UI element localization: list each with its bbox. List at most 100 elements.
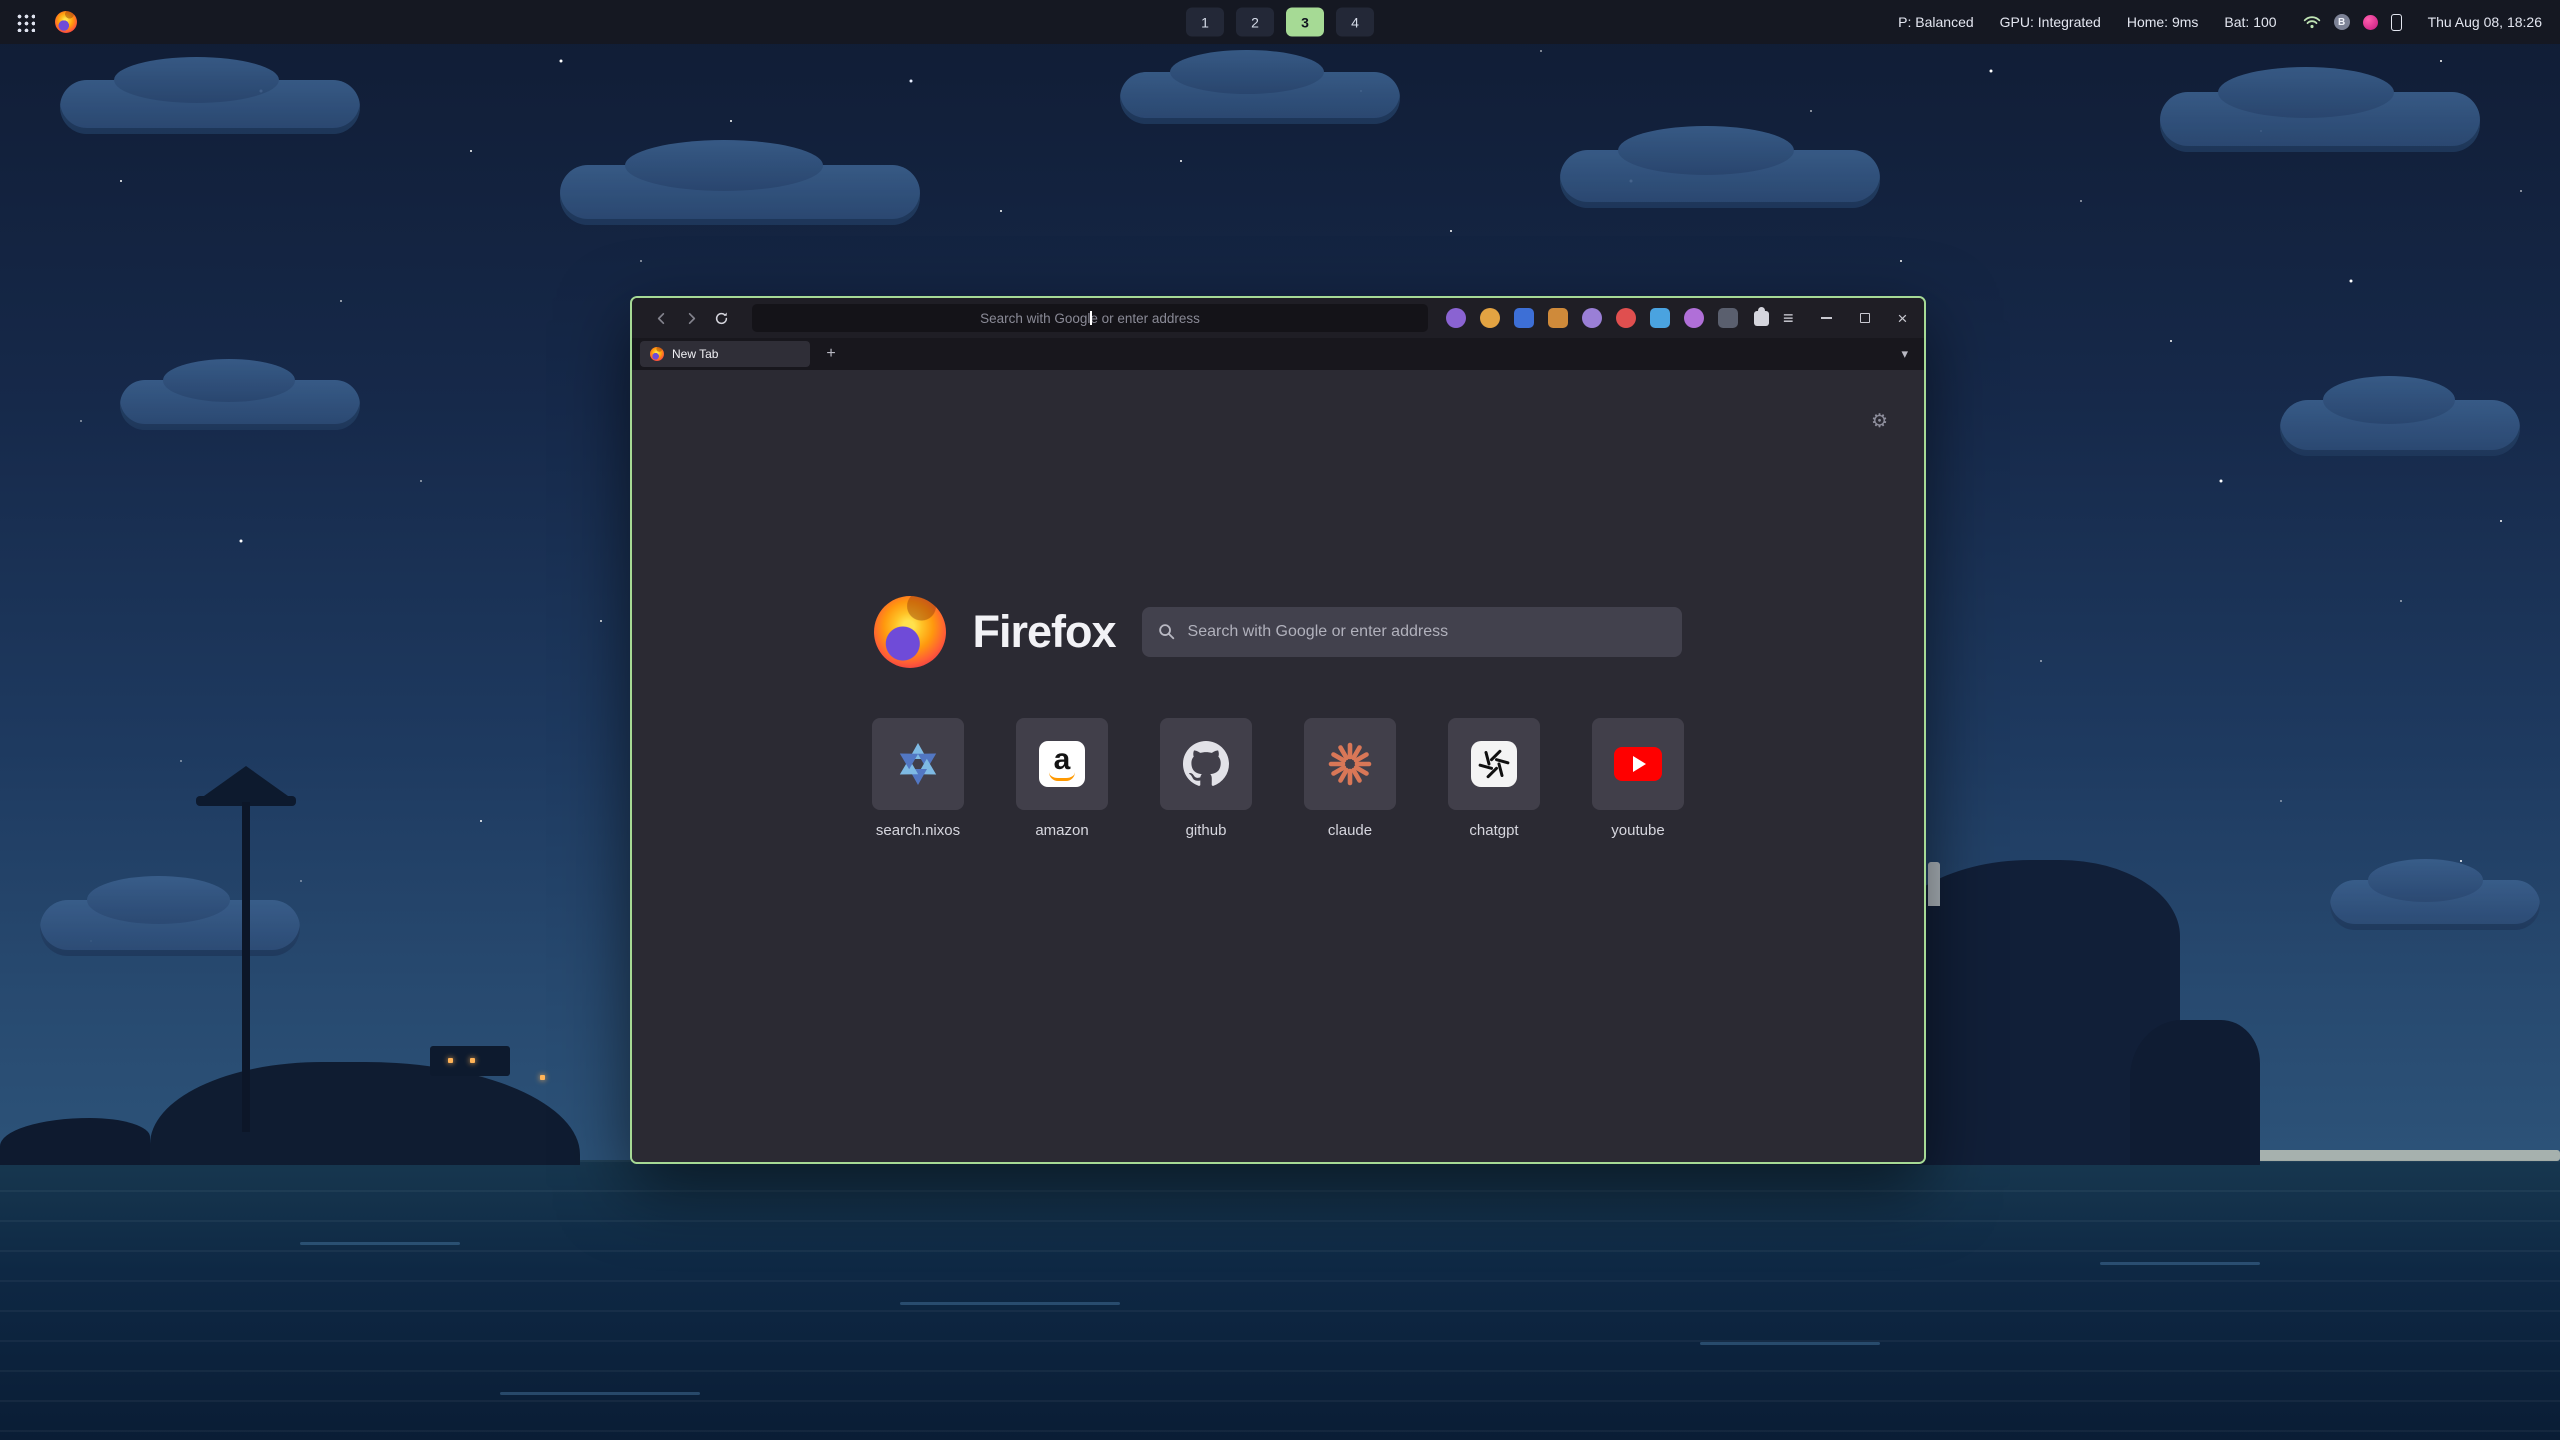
forward-button[interactable] (676, 304, 706, 332)
shortcut-label: search.nixos (872, 822, 964, 839)
tab-new-tab[interactable]: New Tab (640, 341, 810, 367)
cloud (2280, 400, 2520, 456)
amazon-icon: a (1039, 741, 1085, 787)
extension-icon-9[interactable] (1718, 308, 1738, 328)
close-button[interactable]: × (1892, 307, 1914, 329)
top-bar: 1 2 3 4 P: Balanced GPU: Integrated Home… (0, 0, 2560, 44)
workspace-3[interactable]: 3 (1286, 8, 1324, 37)
wave (900, 1302, 1120, 1305)
rocks-left (0, 1118, 150, 1165)
cloud (560, 165, 920, 225)
workspace-switcher: 1 2 3 4 (1186, 8, 1374, 37)
watchtower (196, 766, 296, 1166)
wave (500, 1392, 700, 1395)
lit-window (540, 1075, 545, 1080)
watchtower-pole (242, 802, 250, 1132)
newtab-search[interactable] (1142, 607, 1682, 657)
search-icon (1158, 623, 1176, 641)
maximize-button[interactable] (1854, 307, 1876, 329)
bluetooth-icon[interactable]: B (2334, 14, 2350, 30)
magenta-status-icon[interactable] (2363, 15, 2378, 30)
firefox-icon[interactable] (55, 11, 77, 33)
extension-icon-4[interactable] (1548, 308, 1568, 328)
maximize-icon (1860, 313, 1870, 323)
personalize-gear-icon[interactable]: ⚙ (1871, 410, 1888, 433)
tab-list-button[interactable]: ▾ (1893, 346, 1916, 362)
top-bar-left (0, 11, 77, 33)
shortcut-tile[interactable] (1160, 718, 1252, 810)
play-icon (1633, 756, 1646, 772)
shortcut-tile[interactable] (872, 718, 964, 810)
extension-icon-3[interactable] (1514, 308, 1534, 328)
reload-button[interactable] (706, 304, 736, 332)
shortcut-search-nixos[interactable]: search.nixos (872, 718, 964, 839)
firefox-window: Search with Google or enter address ≡ × (630, 296, 1926, 1164)
wave (300, 1242, 460, 1245)
apps-grid-icon[interactable] (16, 13, 35, 32)
newtab-search-input[interactable] (1188, 623, 1666, 641)
display-icon[interactable] (2391, 14, 2402, 31)
wifi-icon[interactable] (2303, 15, 2321, 29)
youtube-icon (1614, 747, 1662, 781)
tab-favicon (650, 347, 664, 361)
cloud (2160, 92, 2480, 152)
shortcut-amazon[interactable]: a amazon (1016, 718, 1108, 839)
extension-icon-7[interactable] (1650, 308, 1670, 328)
newtab-hero: Firefox (632, 596, 1924, 668)
text-caret (1090, 311, 1092, 325)
extensions-icon[interactable] (1754, 311, 1769, 326)
back-button[interactable] (646, 304, 676, 332)
power-profile-status: P: Balanced (1898, 14, 1974, 30)
window-controls: × (1816, 307, 1914, 329)
cloud (60, 80, 360, 134)
github-icon (1183, 741, 1229, 787)
wave (2100, 1262, 2260, 1265)
desktop: 1 2 3 4 P: Balanced GPU: Integrated Home… (0, 0, 2560, 1440)
extension-icon-2[interactable] (1480, 308, 1500, 328)
clock: Thu Aug 08, 18:26 (2428, 14, 2542, 30)
lit-window (470, 1058, 475, 1063)
new-tab-page: ⚙ Firefox (632, 370, 1924, 1162)
firefox-wordmark: Firefox (972, 606, 1115, 658)
workspace-1[interactable]: 1 (1186, 8, 1224, 37)
extension-icon-5[interactable] (1582, 308, 1602, 328)
browser-toolbar: Search with Google or enter address ≡ × (632, 298, 1924, 338)
workspace-2[interactable]: 2 (1236, 8, 1274, 37)
extension-icon-6[interactable] (1616, 308, 1636, 328)
shortcut-label: claude (1304, 822, 1396, 839)
workspace-4[interactable]: 4 (1336, 8, 1374, 37)
shortcut-label: github (1160, 822, 1252, 839)
minimize-button[interactable] (1816, 307, 1838, 329)
island-right-ledge (2130, 1020, 2260, 1165)
amazon-smile (1049, 772, 1075, 781)
amazon-letter: a (1054, 747, 1071, 773)
shortcut-claude[interactable]: claude (1304, 718, 1396, 839)
cloud (1560, 150, 1880, 208)
shortcut-tile[interactable] (1448, 718, 1540, 810)
battery-status: Bat: 100 (2224, 14, 2276, 30)
urlbar[interactable]: Search with Google or enter address (752, 304, 1428, 332)
claude-icon (1326, 740, 1374, 788)
watchtower-roof (204, 766, 288, 796)
shortcut-tile[interactable] (1304, 718, 1396, 810)
extension-icon-1[interactable] (1446, 308, 1466, 328)
lit-window (448, 1058, 453, 1063)
tab-title: New Tab (672, 347, 718, 361)
status-icons: B (2303, 14, 2402, 31)
new-tab-button[interactable]: + (818, 341, 844, 367)
tab-bar: New Tab + ▾ (632, 338, 1924, 370)
shortcut-youtube[interactable]: youtube (1592, 718, 1684, 839)
shortcut-label: youtube (1592, 822, 1684, 839)
shortcut-github[interactable]: github (1160, 718, 1252, 839)
island-statue (1928, 862, 1940, 906)
menu-button[interactable]: ≡ (1783, 309, 1794, 327)
shortcut-tile[interactable] (1592, 718, 1684, 810)
extension-icon-8[interactable] (1684, 308, 1704, 328)
minimize-icon (1821, 317, 1832, 319)
shortcut-chatgpt[interactable]: chatgpt (1448, 718, 1540, 839)
wave (1700, 1342, 1880, 1345)
shortcut-label: amazon (1016, 822, 1108, 839)
shortcuts-row: search.nixos a amazon (632, 718, 1924, 839)
shortcut-tile[interactable]: a (1016, 718, 1108, 810)
extension-toolbar (1446, 308, 1738, 328)
